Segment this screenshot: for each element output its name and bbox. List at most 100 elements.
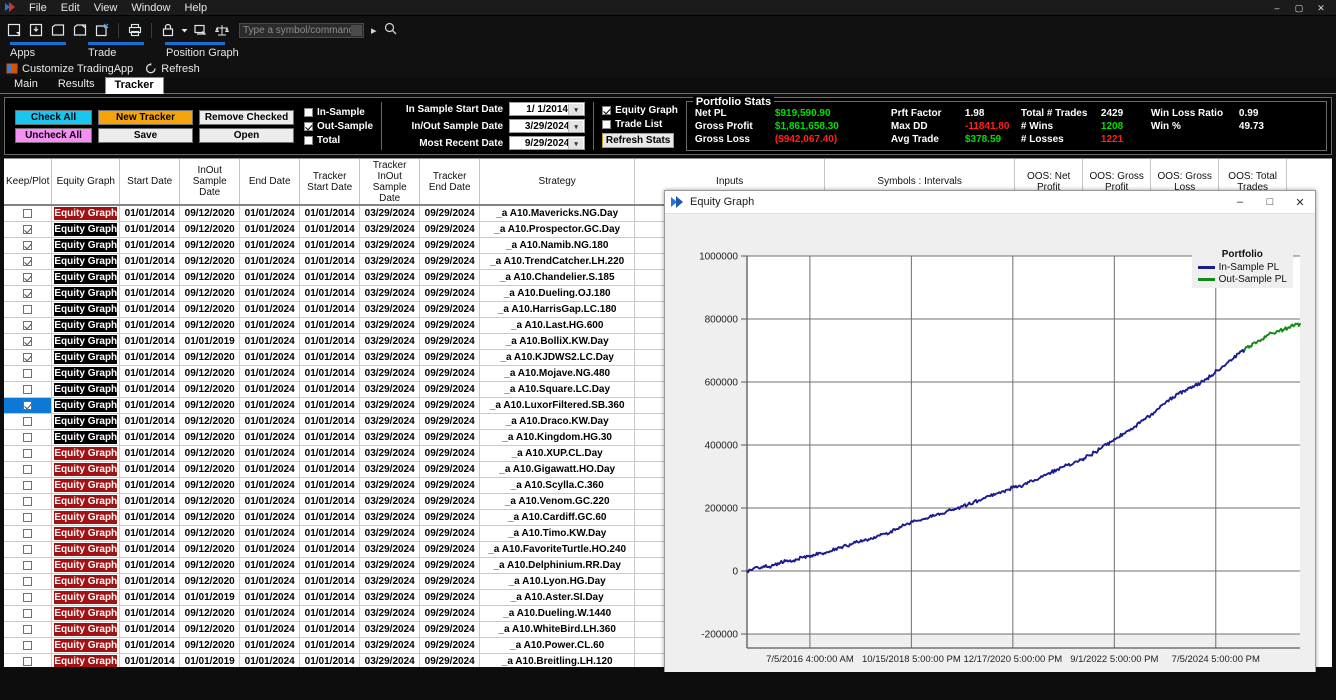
end-date-cell[interactable]: 01/01/2024 [240, 654, 300, 668]
equity-graph-title-bar[interactable]: Equity Graph – □ ✕ [665, 191, 1315, 214]
inout-sample-date-cell[interactable]: 09/12/2020 [180, 414, 240, 430]
keep-plot-cell[interactable] [4, 606, 52, 622]
tracker-end-date-cell[interactable]: 09/29/2024 [420, 205, 480, 222]
tracker-end-date-cell[interactable]: 09/29/2024 [420, 622, 480, 638]
end-date-cell[interactable]: 01/01/2024 [240, 526, 300, 542]
inout-sample-date-cell[interactable]: 09/12/2020 [180, 302, 240, 318]
strategy-cell[interactable]: _a A10.Dueling.W.1440 [480, 606, 635, 622]
checkbox-equity-graph[interactable]: Equity Graph [602, 105, 678, 116]
keep-plot-checkbox-icon[interactable] [23, 305, 32, 314]
equity-graph-cell[interactable]: Equity Graph [52, 654, 120, 668]
tracker-end-date-cell[interactable]: 09/29/2024 [420, 478, 480, 494]
keep-plot-checkbox-wrap[interactable] [4, 462, 51, 477]
start-date-cell[interactable]: 01/01/2014 [120, 318, 180, 334]
equity-graph-cell[interactable]: Equity Graph [52, 574, 120, 590]
start-date-cell[interactable]: 01/01/2014 [120, 222, 180, 238]
equity-graph-cell[interactable]: Equity Graph [52, 590, 120, 606]
link-windows-icon[interactable] [190, 21, 210, 40]
keep-plot-checkbox-icon[interactable] [23, 353, 32, 362]
tracker-end-date-cell[interactable]: 09/29/2024 [420, 430, 480, 446]
equity-graph-cell[interactable]: Equity Graph [52, 526, 120, 542]
end-date-cell[interactable]: 01/01/2024 [240, 318, 300, 334]
row-equity-graph-button[interactable]: Equity Graph [54, 543, 117, 556]
equity-graph-cell[interactable]: Equity Graph [52, 334, 120, 350]
column-header-tracker-end-date[interactable]: TrackerEnd Date [420, 159, 480, 205]
in-sample-start-date-field[interactable]: 1/ 1/2014 ▾ [509, 102, 585, 116]
tracker-start-date-cell[interactable]: 01/01/2014 [300, 622, 360, 638]
symbol-dropdown-icon[interactable] [351, 25, 362, 36]
start-date-cell[interactable]: 01/01/2014 [120, 286, 180, 302]
strategy-cell[interactable]: _a A10.Last.HG.600 [480, 318, 635, 334]
keep-plot-cell[interactable] [4, 526, 52, 542]
row-equity-graph-button[interactable]: Equity Graph [54, 223, 117, 236]
tracker-inout-sample-date-cell[interactable]: 03/29/2024 [360, 382, 420, 398]
row-equity-graph-button[interactable]: Equity Graph [54, 239, 117, 252]
row-equity-graph-button[interactable]: Equity Graph [54, 511, 117, 524]
end-date-cell[interactable]: 01/01/2024 [240, 558, 300, 574]
inout-sample-date-cell[interactable]: 09/12/2020 [180, 542, 240, 558]
inout-sample-date-cell[interactable]: 09/12/2020 [180, 478, 240, 494]
keep-plot-cell[interactable] [4, 398, 52, 414]
row-equity-graph-button[interactable]: Equity Graph [54, 367, 117, 380]
strategy-cell[interactable]: _a A10.Prospector.GC.Day [480, 222, 635, 238]
keep-plot-cell[interactable] [4, 574, 52, 590]
inout-sample-date-cell[interactable]: 09/12/2020 [180, 510, 240, 526]
column-header-tracker-inout-sample-date[interactable]: TrackerInOutSampleDate [360, 159, 420, 205]
tracker-end-date-cell[interactable]: 09/29/2024 [420, 494, 480, 510]
strategy-cell[interactable]: _a A10.TrendCatcher.LH.220 [480, 254, 635, 270]
tracker-inout-sample-date-cell[interactable]: 03/29/2024 [360, 606, 420, 622]
checkbox-trade-list[interactable]: Trade List [602, 119, 678, 130]
end-date-cell[interactable]: 01/01/2024 [240, 542, 300, 558]
keep-plot-checkbox-wrap[interactable] [4, 286, 51, 301]
window-minimize-button[interactable]: – [1266, 0, 1288, 16]
strategy-cell[interactable]: _a A10.Venom.GC.220 [480, 494, 635, 510]
window-close-button[interactable]: ✕ [1310, 0, 1332, 16]
row-equity-graph-button[interactable]: Equity Graph [54, 335, 117, 348]
equity-graph-cell[interactable]: Equity Graph [52, 270, 120, 286]
keep-plot-cell[interactable] [4, 222, 52, 238]
equity-graph-cell[interactable]: Equity Graph [52, 222, 120, 238]
keep-plot-checkbox-icon[interactable] [23, 449, 32, 458]
column-header-end-date[interactable]: End Date [240, 159, 300, 205]
keep-plot-checkbox-icon[interactable] [23, 561, 32, 570]
equity-graph-checkbox-icon[interactable] [602, 106, 611, 115]
tracker-inout-sample-date-cell[interactable]: 03/29/2024 [360, 205, 420, 222]
tracker-inout-sample-date-cell[interactable]: 03/29/2024 [360, 622, 420, 638]
tracker-start-date-cell[interactable]: 01/01/2014 [300, 286, 360, 302]
row-equity-graph-button[interactable]: Equity Graph [54, 639, 117, 652]
strategy-cell[interactable]: _a A10.Chandelier.S.185 [480, 270, 635, 286]
keep-plot-checkbox-icon[interactable] [23, 241, 32, 250]
tracker-start-date-cell[interactable]: 01/01/2014 [300, 430, 360, 446]
equity-graph-minimize-button[interactable]: – [1225, 191, 1255, 214]
equity-graph-cell[interactable]: Equity Graph [52, 302, 120, 318]
row-equity-graph-button[interactable]: Equity Graph [54, 559, 117, 572]
row-equity-graph-button[interactable]: Equity Graph [54, 527, 117, 540]
total-checkbox-icon[interactable] [304, 136, 313, 145]
keep-plot-checkbox-wrap[interactable] [4, 302, 51, 317]
tracker-end-date-cell[interactable]: 09/29/2024 [420, 318, 480, 334]
equity-graph-cell[interactable]: Equity Graph [52, 494, 120, 510]
tracker-inout-sample-date-cell[interactable]: 03/29/2024 [360, 270, 420, 286]
keep-plot-checkbox-icon[interactable] [23, 433, 32, 442]
in-sample-checkbox-icon[interactable] [304, 108, 313, 117]
tracker-end-date-cell[interactable]: 09/29/2024 [420, 606, 480, 622]
tracker-start-date-cell[interactable]: 01/01/2014 [300, 558, 360, 574]
remove-checked-button[interactable]: Remove Checked [199, 110, 294, 125]
inout-sample-date-cell[interactable]: 09/12/2020 [180, 606, 240, 622]
keep-plot-checkbox-wrap[interactable] [4, 206, 51, 221]
strategy-cell[interactable]: _a A10.Square.LC.Day [480, 382, 635, 398]
tracker-inout-sample-date-cell[interactable]: 03/29/2024 [360, 494, 420, 510]
tracker-start-date-cell[interactable]: 01/01/2014 [300, 494, 360, 510]
end-date-cell[interactable]: 01/01/2024 [240, 366, 300, 382]
keep-plot-cell[interactable] [4, 654, 52, 668]
checkbox-in-sample[interactable]: In-Sample [304, 107, 373, 118]
keep-plot-checkbox-icon[interactable] [23, 641, 32, 650]
keep-plot-checkbox-icon[interactable] [23, 273, 32, 282]
tracker-end-date-cell[interactable]: 09/29/2024 [420, 254, 480, 270]
tracker-start-date-cell[interactable]: 01/01/2014 [300, 478, 360, 494]
row-equity-graph-button[interactable]: Equity Graph [54, 479, 117, 492]
inout-sample-date-cell[interactable]: 09/12/2020 [180, 574, 240, 590]
start-date-cell[interactable]: 01/01/2014 [120, 654, 180, 668]
tracker-start-date-cell[interactable]: 01/01/2014 [300, 574, 360, 590]
refresh-stats-button[interactable]: Refresh Stats [602, 133, 674, 148]
